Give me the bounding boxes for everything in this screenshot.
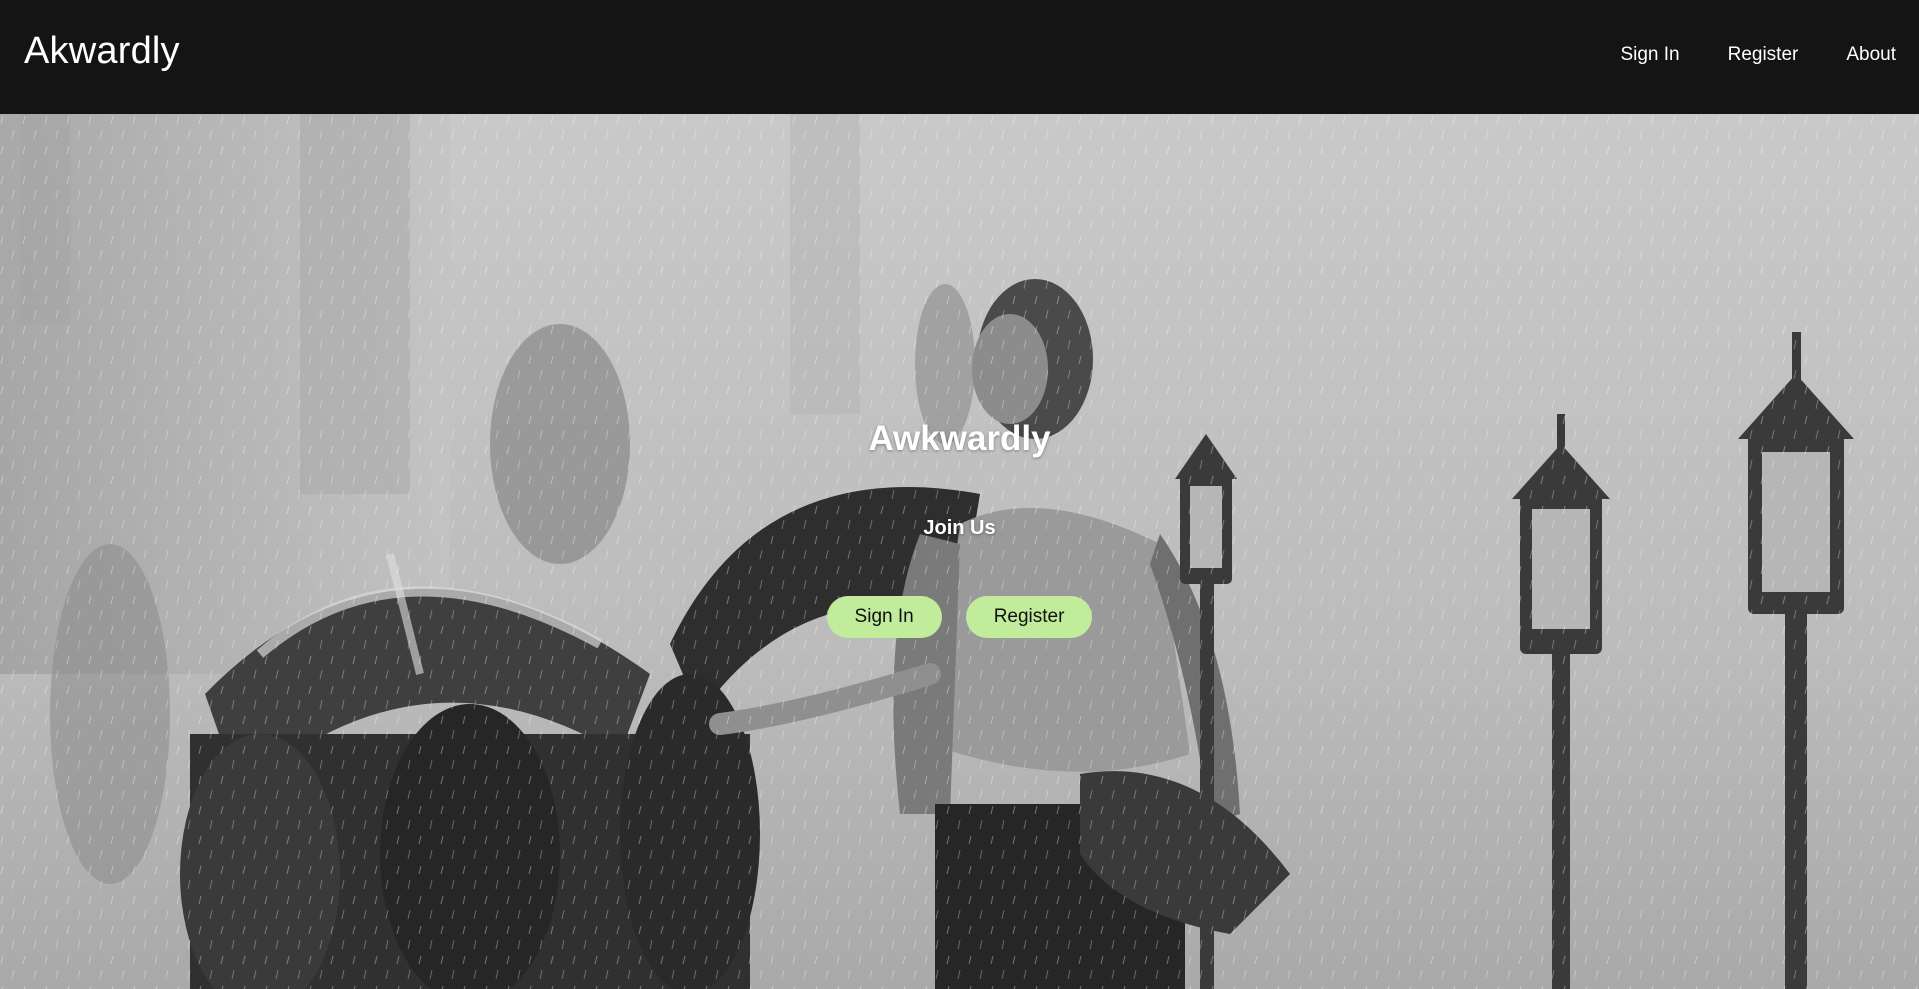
brand-logo-link[interactable]: Akwardly bbox=[24, 30, 180, 73]
hero-background-image bbox=[0, 114, 1919, 989]
nav-register-link[interactable]: Register bbox=[1728, 44, 1799, 66]
hero-title: Awkwardly bbox=[868, 419, 1051, 459]
top-navbar: Akwardly Sign In Register About bbox=[0, 0, 1919, 114]
nav-links: Sign In Register About bbox=[1572, 44, 1896, 66]
hero-register-button[interactable]: Register bbox=[965, 596, 1093, 638]
nav-about-link[interactable]: About bbox=[1846, 44, 1896, 66]
hero-section: Awkwardly Join Us Sign In Register bbox=[0, 114, 1919, 989]
hero-subtitle: Join Us bbox=[923, 516, 996, 539]
hero-sign-in-button[interactable]: Sign In bbox=[826, 596, 942, 638]
nav-sign-in-link[interactable]: Sign In bbox=[1620, 44, 1679, 66]
hero-buttons: Sign In Register bbox=[0, 596, 1919, 638]
